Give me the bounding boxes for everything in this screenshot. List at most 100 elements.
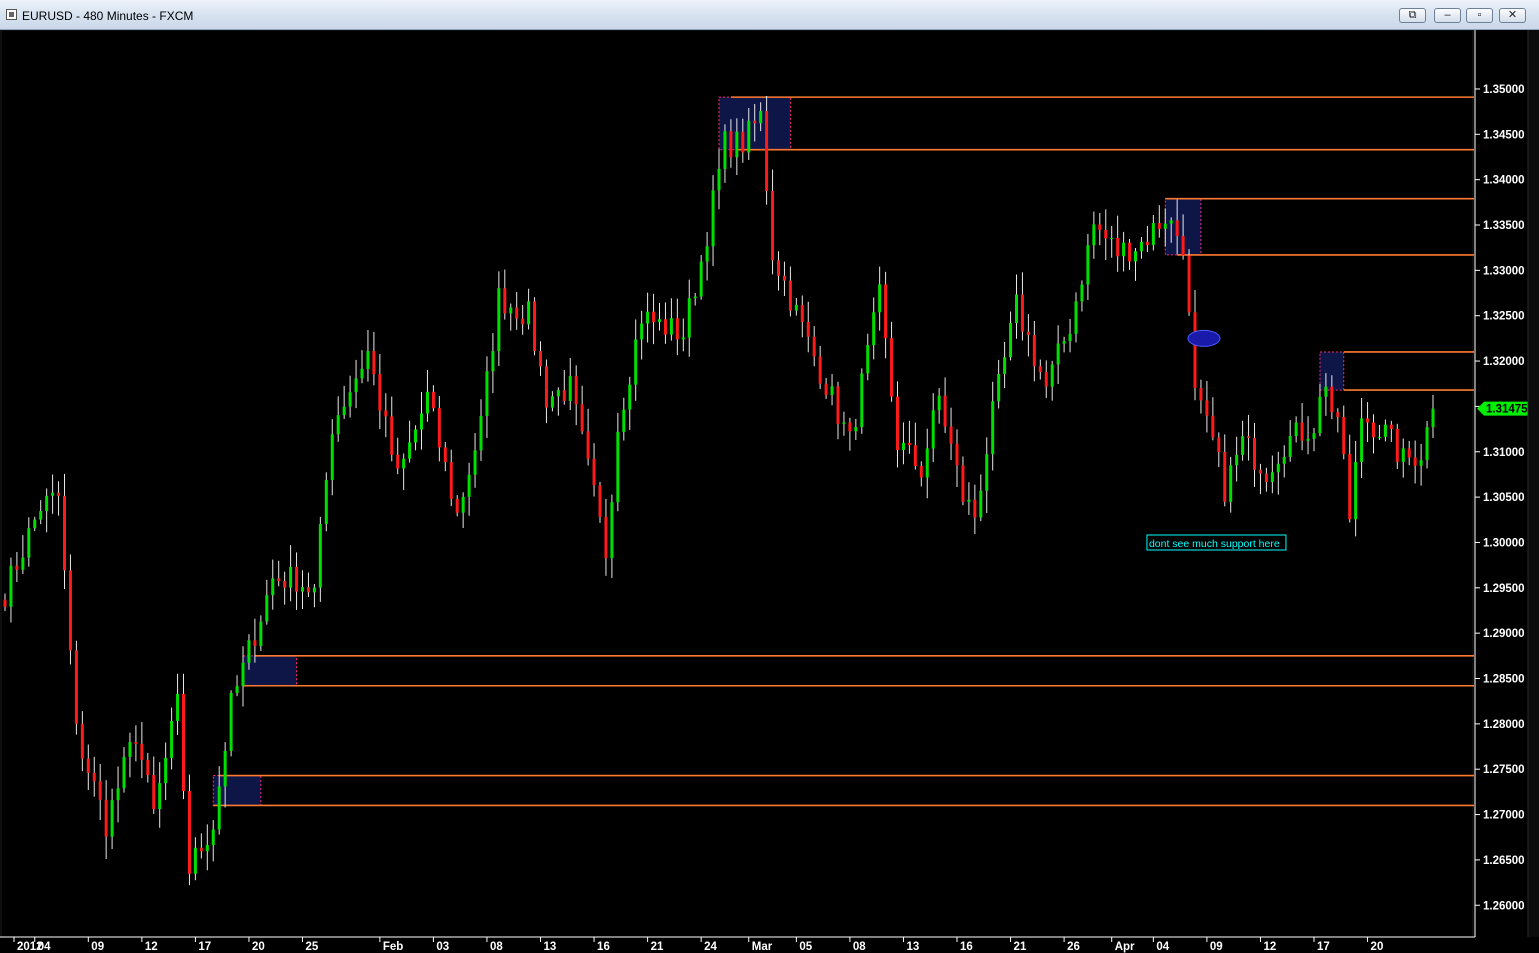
x-tick-label: Apr (1115, 941, 1135, 953)
candle-body (1098, 224, 1102, 231)
candle-body (63, 495, 66, 571)
candle-body (354, 378, 358, 393)
candle-body (753, 120, 757, 124)
candle-body (1086, 245, 1090, 285)
candle-body (1413, 457, 1417, 466)
x-tick-label: 21 (651, 941, 664, 953)
candle-body (759, 110, 763, 124)
candle-body (1044, 372, 1048, 387)
candle-body (622, 409, 626, 432)
candle-body (1003, 357, 1007, 374)
marker-ellipse[interactable] (1187, 329, 1221, 347)
candle-body (98, 781, 102, 800)
candle-body (925, 448, 929, 478)
x-tick-label: 13 (544, 941, 557, 953)
candle-body (1157, 223, 1161, 229)
candle-body (860, 373, 864, 428)
candle-body (253, 640, 257, 646)
candle-body (1312, 433, 1316, 439)
candle-body (717, 168, 721, 191)
candle-body (943, 395, 947, 427)
annotation-box[interactable]: dont see much support here (1146, 534, 1287, 551)
annotation-text: dont see much support here (1149, 538, 1280, 550)
candle-body (872, 312, 876, 346)
candle-body (842, 422, 846, 424)
candle-body (771, 190, 775, 261)
candle-body (1258, 469, 1262, 474)
chart-background (0, 30, 1539, 953)
x-tick-label: Feb (383, 941, 403, 953)
candle-body (1145, 241, 1149, 245)
candle-body (420, 413, 423, 430)
candle-body (997, 373, 1001, 402)
restore-panel-button[interactable]: ⧉ (1399, 8, 1426, 23)
candle-body (1169, 220, 1173, 224)
candle-body (1270, 472, 1274, 483)
candle-body (330, 434, 334, 481)
y-tick-label: 1.27500 (1483, 764, 1525, 776)
candle-body (539, 351, 542, 367)
candle-body (509, 307, 513, 314)
maximize-button[interactable]: ▫ (1466, 8, 1493, 23)
candle-body (1032, 335, 1036, 367)
candle-body (628, 384, 632, 410)
candle-body (907, 442, 911, 446)
candle-body (277, 578, 281, 582)
candle-body (1116, 237, 1120, 257)
candle-body (1151, 223, 1155, 245)
candle-body (1175, 220, 1179, 237)
chart-window-icon[interactable] (6, 9, 17, 20)
close-button[interactable]: ✕ (1499, 8, 1526, 23)
candle-body (306, 587, 310, 593)
candle-body (51, 492, 55, 496)
candle-body (9, 565, 13, 607)
vertical-scrollbar[interactable] (1527, 30, 1539, 937)
x-tick-label: 09 (1210, 941, 1223, 953)
candle-body (164, 757, 168, 784)
y-tick-label: 1.26000 (1483, 900, 1525, 912)
candle-body (1026, 331, 1030, 336)
candle-body (408, 442, 412, 459)
candle-body (800, 304, 804, 322)
candle-body (312, 587, 316, 593)
candle-body (128, 742, 132, 757)
candle-body (116, 788, 120, 801)
candle-body (152, 775, 156, 810)
candle-body (824, 383, 828, 396)
candle-body (812, 336, 816, 357)
window-titlebar: EURUSD - 480 Minutes - FXCM ⧉ – ▫ ✕ (0, 0, 1539, 30)
candle-body (1342, 417, 1346, 455)
price-chart[interactable]: dont see much support here 1.35000 1.3450… (0, 30, 1539, 953)
y-tick-label: 1.32000 (1483, 356, 1525, 368)
candle-body (1425, 427, 1429, 461)
candle-body (836, 386, 840, 424)
candle-body (1324, 386, 1328, 397)
x-tick-label: 20 (252, 941, 265, 953)
y-tick-label: 1.34500 (1483, 129, 1525, 141)
x-tick-label: 09 (91, 941, 104, 953)
chart-area[interactable]: dont see much support here 1.35000 1.3450… (0, 30, 1539, 953)
candle-body (193, 847, 197, 874)
candle-body (747, 120, 751, 153)
candle-body (901, 442, 905, 450)
minimize-button[interactable]: – (1434, 8, 1461, 23)
y-tick-label: 1.33000 (1483, 265, 1525, 277)
candle-body (45, 495, 49, 512)
y-tick-label: 1.28000 (1483, 719, 1525, 731)
x-tick-label: 26 (1067, 941, 1080, 953)
y-tick-label: 1.30000 (1483, 537, 1525, 549)
candle-body (205, 845, 209, 852)
candle-body (967, 499, 971, 502)
candle-body (92, 772, 96, 782)
candle-body (652, 311, 656, 323)
candle-body (57, 492, 61, 496)
y-tick-label: 1.34000 (1483, 175, 1525, 187)
candle-body (146, 759, 150, 776)
candle-body (1134, 251, 1137, 262)
candle-body (586, 431, 590, 459)
candle-body (1383, 424, 1387, 437)
x-tick-label: Mar (752, 941, 773, 953)
candle-body (289, 566, 293, 588)
candle-body (1187, 255, 1191, 313)
candle-body (259, 621, 263, 646)
